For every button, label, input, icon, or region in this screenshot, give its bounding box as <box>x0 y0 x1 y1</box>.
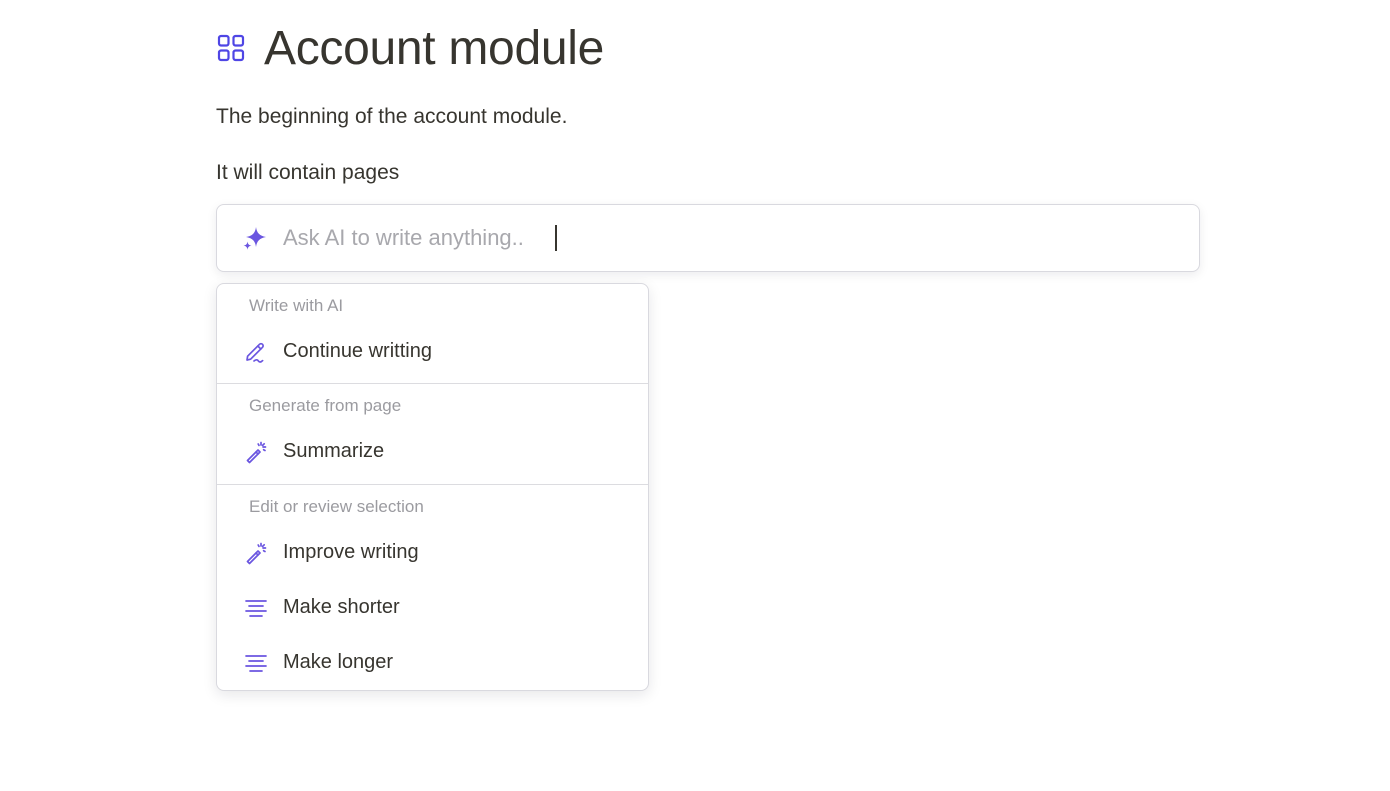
menu-section-generate-from-page: Generate from page Summarize <box>217 384 648 485</box>
text-align-icon <box>243 595 269 621</box>
ai-command-menu: Write with AI Continue writting Generate… <box>216 283 649 691</box>
text-caret <box>555 225 557 251</box>
page-title[interactable]: Account module <box>264 21 604 76</box>
magic-wand-icon <box>243 439 269 465</box>
menu-item-summarize[interactable]: Summarize <box>217 424 648 479</box>
grid-icon[interactable] <box>216 33 246 63</box>
ai-prompt-box[interactable] <box>216 204 1200 272</box>
menu-section-header: Generate from page <box>249 396 402 415</box>
paragraph-contents[interactable]: It will contain pages <box>216 161 399 185</box>
menu-item-label: Make longer <box>283 651 394 673</box>
menu-item-label: Make shorter <box>283 596 400 618</box>
menu-section-header: Write with AI <box>249 296 344 315</box>
magic-wand-icon <box>243 540 269 566</box>
menu-section-edit-or-review: Edit or review selection Improve writing <box>217 485 648 690</box>
menu-item-label: Summarize <box>283 440 385 462</box>
pen-icon <box>243 339 269 365</box>
menu-section-header: Edit or review selection <box>249 497 424 516</box>
paragraph-intro[interactable]: The beginning of the account module. <box>216 105 567 129</box>
menu-item-make-shorter[interactable]: Make shorter <box>217 580 648 635</box>
menu-item-continue-writing[interactable]: Continue writting <box>217 324 648 379</box>
sparkle-icon <box>241 224 269 252</box>
menu-item-label: Improve writing <box>283 541 419 563</box>
text-align-icon <box>243 650 269 676</box>
menu-item-make-longer[interactable]: Make longer <box>217 635 648 690</box>
page-title-row: Account module <box>216 16 604 80</box>
menu-section-write-with-ai: Write with AI Continue writting <box>217 284 648 384</box>
menu-item-improve-writing[interactable]: Improve writing <box>217 525 648 580</box>
menu-item-label: Continue writting <box>283 340 432 362</box>
ai-prompt-input[interactable] <box>283 225 543 251</box>
